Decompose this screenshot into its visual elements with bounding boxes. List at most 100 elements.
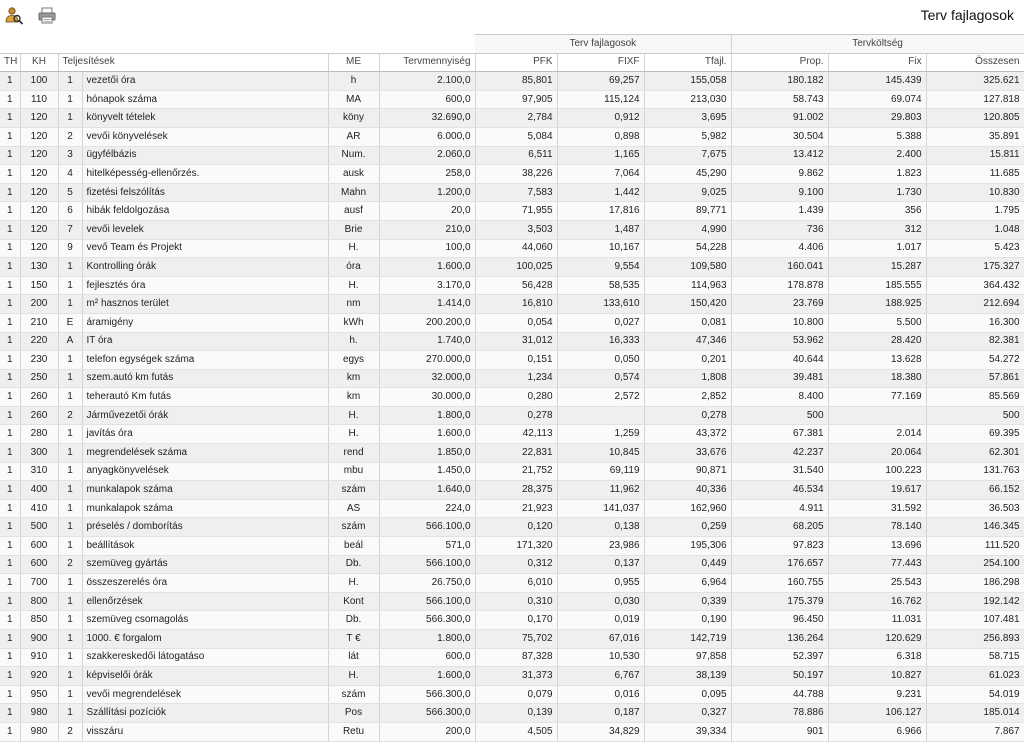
col-header-tervmennyiseg[interactable]: Tervmennyiség: [379, 53, 476, 73]
page-title: Terv fajlagosok: [920, 7, 1014, 23]
col-header-kh[interactable]: KH: [20, 53, 59, 73]
table-row[interactable]: 1 900 1 1000. € forgalom T €1.800,0 75,702 67,…: [0, 629, 1024, 649]
cell-fixf: 10,530: [557, 648, 645, 668]
cell-fix: 6.966: [828, 722, 927, 742]
cell-unit: Kont: [328, 592, 380, 612]
cell-fixf: 1,165: [557, 146, 645, 166]
table-row[interactable]: 1 260 1 teherautó Km futás km 30.000,0 0,280 2,…: [0, 387, 1024, 407]
cell-kh: 120: [20, 220, 59, 240]
col-header-fix[interactable]: Fix: [828, 53, 927, 73]
cell-sub: 1: [58, 499, 83, 519]
cell-tfajl: 97,858: [644, 648, 732, 668]
cell-activity: könyvelt tételek: [82, 108, 329, 128]
table-row[interactable]: 1 400 1 munkalapok száma szám 1.640,0 28,375 11…: [0, 480, 1024, 500]
col-header-th[interactable]: TH: [0, 53, 21, 73]
table-row[interactable]: 1 120 1 könyvelt tételek köny 32.690,0 2,784 0,…: [0, 108, 1024, 128]
user-search-icon[interactable]: [3, 5, 25, 27]
cell-fixf: 34,829: [557, 722, 645, 742]
col-header-fixf[interactable]: FIXF: [557, 53, 645, 73]
col-header-osszesen[interactable]: Összesen: [926, 53, 1024, 73]
cell-plan-quantity: 1.450,0: [379, 462, 476, 482]
table-row[interactable]: 1 210 Eáramigény kWh 200.200,0 0,054 0,027 0,08…: [0, 313, 1024, 333]
table-row[interactable]: 1 410 1 munkalapok száma AS 224,0 21,923 141,03…: [0, 499, 1024, 519]
table-row[interactable]: 1 120 9 vevő Team és Projekt H. 100,0 44,060 10…: [0, 239, 1024, 259]
cell-plan-quantity: 1.600,0: [379, 666, 476, 686]
cell-total: 256.893: [926, 629, 1024, 649]
table-row[interactable]: 1 120 6 hibák feldolgozása ausf 20,0 71,955 17,…: [0, 201, 1024, 221]
cell-pfk: 42,113: [475, 424, 558, 445]
table-row[interactable]: 1 110 1 hónapok száma MA 600,0 97,905 115,124 21…: [0, 90, 1024, 110]
table-row[interactable]: 1 230 1 telefon egységek száma egys 270.000,0…: [0, 350, 1024, 370]
table-row[interactable]: 1 120 4 hitelképesség-ellenőrzés. ausk 258,0 3…: [0, 164, 1024, 184]
table-row[interactable]: 1 800 1 ellenőrzések Kont 566.100,0 0,310 0,030…: [0, 592, 1024, 612]
table-row[interactable]: 1 200 1 m² hasznos terület nm 1.414,0 16,810 13…: [0, 294, 1024, 314]
cell-fixf: 1,259: [557, 424, 645, 445]
table-row[interactable]: 1 130 1 Kontrolling órák óra 1.600,0 100,025 9,…: [0, 257, 1024, 277]
table-row[interactable]: 1 220 A IT óra h. 1.740,0 31,012 16,333 47,346 53…: [0, 332, 1024, 352]
cell-prop: 736: [731, 220, 829, 240]
cell-plan-quantity: 224,0: [379, 499, 476, 519]
cell-kh: 210: [20, 313, 59, 333]
cell-total: 5.423: [926, 239, 1024, 259]
cell-fixf: 10,845: [557, 443, 645, 463]
cell-tfajl: 89,771: [644, 201, 732, 221]
cell-total: 111.520: [926, 536, 1024, 556]
cell-sub: 1: [58, 387, 83, 407]
table-row[interactable]: 1 250 1 szem.autó km futás km 32.000,0 1,234 0,…: [0, 369, 1024, 389]
table-row[interactable]: 1 980 2 visszáru Retu 200,0 4,505 34,829 39,334 9…: [0, 722, 1024, 742]
table-row[interactable]: 1 910 1 szakkereskedői látogatáso lát 600,0 87…: [0, 648, 1024, 668]
cell-fix: 20.064: [828, 443, 927, 463]
col-header-pfk[interactable]: PFK: [475, 53, 558, 73]
cell-th: 1: [0, 480, 21, 500]
cell-unit: mbu: [328, 462, 380, 482]
cell-sub: 3: [58, 146, 83, 166]
col-header-teljesitesek[interactable]: Teljesítések: [58, 53, 329, 73]
table-row[interactable]: 1 120 5 fizetési felszólítás Mahn 1.200,0 7,58…: [0, 183, 1024, 203]
table-row[interactable]: 1 150 1 fejlesztés óra H. 3.170,0 56,428 58,535…: [0, 276, 1024, 296]
cell-sub: 5: [58, 183, 83, 203]
table-row[interactable]: 1 120 7 vevői levelek Brie 210,0 3,503 1,487 4,9…: [0, 220, 1024, 240]
table-row[interactable]: 1 500 1 préselés / domborítás szám 566.100,0 0…: [0, 517, 1024, 538]
cell-kh: 100: [20, 71, 59, 91]
cell-tfajl: 39,334: [644, 722, 732, 742]
cell-th: 1: [0, 71, 21, 91]
cell-th: 1: [0, 648, 21, 668]
cell-activity: Szállítási pozíciók: [82, 703, 329, 723]
cell-kh: 950: [20, 685, 59, 705]
table-row[interactable]: 1 300 1 megrendelések száma rend 1.850,0 22,83…: [0, 443, 1024, 463]
cell-kh: 220: [20, 332, 59, 352]
cell-tfajl: 155,058: [644, 71, 732, 91]
cell-fixf: 0,187: [557, 703, 645, 723]
cell-prop: 13.412: [731, 146, 829, 166]
cell-sub: 1: [58, 443, 83, 463]
cell-tfajl: 33,676: [644, 443, 732, 463]
cell-tfajl: 38,139: [644, 666, 732, 686]
table-row[interactable]: 1 850 1 szemüveg csomagolás Db. 566.300,0 0,17…: [0, 610, 1024, 630]
table-row[interactable]: 1 600 1 beállítások beál 571,0 171,320 23,986 19…: [0, 536, 1024, 556]
table-row[interactable]: 1 980 1 Szállítási pozíciók Pos 566.300,0 0,13…: [0, 703, 1024, 723]
table-row[interactable]: 1 700 1 összeszerelés óra H. 26.750,0 6,010 0,9…: [0, 573, 1024, 593]
cell-total: 36.503: [926, 499, 1024, 519]
cell-total: 127.818: [926, 90, 1024, 110]
cell-sub: 1: [58, 573, 83, 593]
table-row[interactable]: 1 920 1 képviselői órák H. 1.600,0 31,373 6,767…: [0, 666, 1024, 686]
table-row[interactable]: 1 600 2 szemüveg gyártás Db. 566.100,0 0,312 0,…: [0, 555, 1024, 575]
cell-fixf: 0,138: [557, 517, 645, 538]
col-header-tfajl[interactable]: Tfajl.: [644, 53, 732, 73]
cell-activity: vezetői óra: [82, 71, 329, 91]
table-row[interactable]: 1 950 1 vevői megrendelések szám 566.300,0 0,0…: [0, 685, 1024, 705]
cell-prop: 23.769: [731, 294, 829, 314]
col-header-prop[interactable]: Prop.: [731, 53, 829, 73]
cell-pfk: 31,012: [475, 332, 558, 352]
table-row[interactable]: 1 120 2 vevői könyvelések AR 6.000,0 5,084 0,89…: [0, 127, 1024, 147]
print-icon[interactable]: [36, 5, 58, 27]
table-row[interactable]: 1 100 1 vezetői óra h 2.100,0 85,801 69,257 155,…: [0, 71, 1024, 91]
cell-prop: 50.197: [731, 666, 829, 686]
table-row[interactable]: 1 260 2 Járművezetői órák H. 1.800,0 0,278 0,27…: [0, 406, 1024, 426]
cell-fixf: 11,962: [557, 480, 645, 500]
table-row[interactable]: 1 310 1 anyagkönyvelések mbu 1.450,0 21,752 69,…: [0, 462, 1024, 482]
cell-prop: 9.100: [731, 183, 829, 203]
table-row[interactable]: 1 120 3 ügyfélbázis Num. 2.060,0 6,511 1,165 7,6…: [0, 146, 1024, 166]
table-row[interactable]: 1 280 1 javítás óra H. 1.600,0 42,113 1,259 43,3…: [0, 424, 1024, 445]
col-header-me[interactable]: ME: [328, 53, 380, 73]
